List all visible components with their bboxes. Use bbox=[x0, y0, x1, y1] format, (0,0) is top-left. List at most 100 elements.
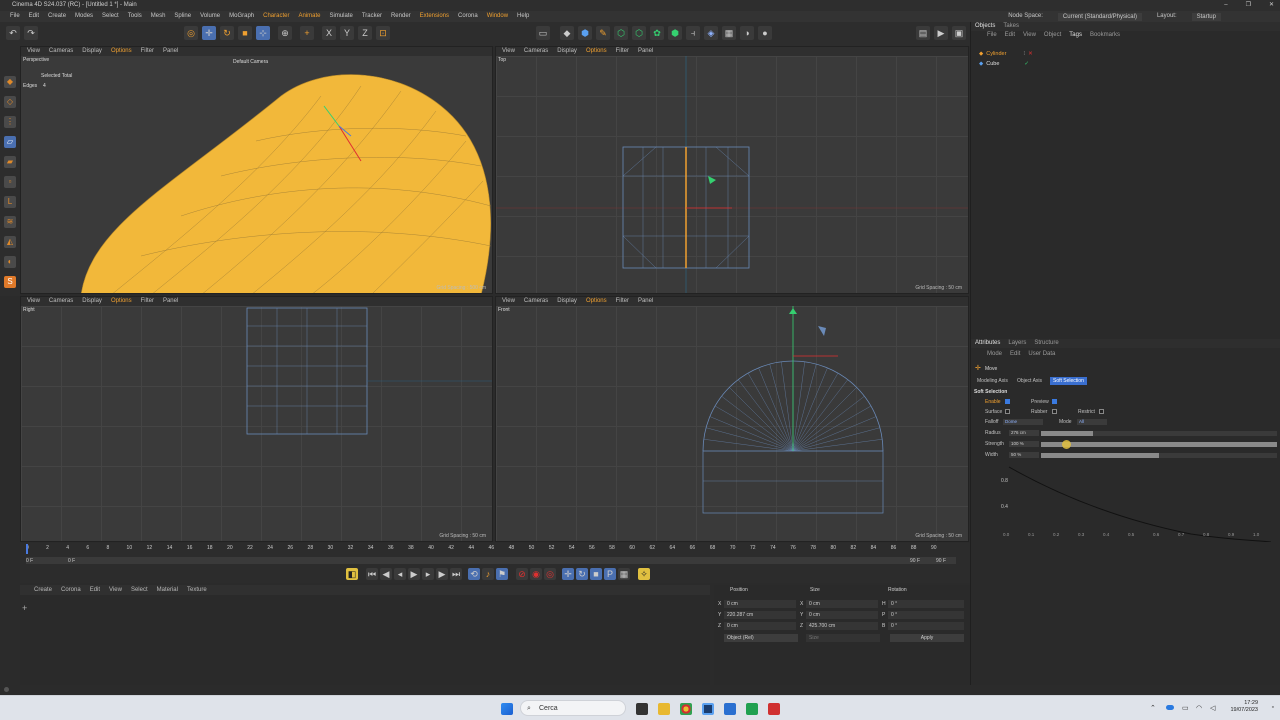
y-axis-lock-icon[interactable]: Y bbox=[340, 26, 354, 40]
app-icon-red[interactable] bbox=[768, 703, 780, 715]
enabled-check-icon[interactable]: ✓ bbox=[1024, 60, 1029, 68]
rubber-checkbox[interactable] bbox=[1052, 409, 1057, 414]
perspective-viewport[interactable]: View Cameras Display Options Filter Pane… bbox=[20, 46, 493, 294]
rot-h-field[interactable]: 0 ° bbox=[888, 600, 964, 608]
radius-slider-track[interactable] bbox=[1041, 431, 1277, 436]
material-manager-area[interactable]: + bbox=[20, 595, 710, 695]
obj-edit-menu[interactable]: Edit bbox=[1005, 31, 1015, 40]
obj-tags-menu[interactable]: Tags bbox=[1069, 31, 1082, 40]
restrict-checkbox[interactable] bbox=[1099, 409, 1104, 414]
radius-field[interactable]: 276 cm bbox=[1009, 430, 1039, 436]
loop-icon[interactable]: ⟲ bbox=[468, 568, 480, 580]
vp-front-filter-menu[interactable]: Filter bbox=[616, 297, 629, 306]
file-explorer-icon[interactable] bbox=[658, 703, 670, 715]
obj-file-menu[interactable]: File bbox=[987, 31, 997, 40]
axis-mode-icon[interactable]: L bbox=[4, 196, 16, 208]
wifi-icon[interactable]: ◠ bbox=[1196, 704, 1202, 712]
prev-frame-icon[interactable]: ◂ bbox=[394, 568, 406, 580]
selection-record-icon[interactable]: ◎ bbox=[544, 568, 556, 580]
menu-file[interactable]: File bbox=[10, 11, 20, 22]
front-viewport[interactable]: View Cameras Display Options Filter Pane… bbox=[495, 296, 969, 542]
falloff-dropdown[interactable]: Dome bbox=[1003, 419, 1043, 425]
timeline[interactable]: 0246810121416182022242628303234363840424… bbox=[20, 543, 970, 567]
timeline-ruler[interactable]: 0246810121416182022242628303234363840424… bbox=[26, 545, 937, 553]
pla-key-icon[interactable]: ▦ bbox=[618, 568, 630, 580]
display-tag-icon[interactable]: ◑ bbox=[740, 26, 754, 40]
vp-front-display-menu[interactable]: Display bbox=[557, 297, 577, 306]
tray-chevron-icon[interactable]: ⌃ bbox=[1150, 704, 1156, 712]
render-settings-icon[interactable]: ▤ bbox=[916, 26, 930, 40]
snap-settings-icon[interactable]: S bbox=[4, 276, 16, 288]
volume-icon[interactable]: ◁ bbox=[1210, 704, 1215, 712]
pos-x-field[interactable]: 0 cm bbox=[724, 600, 796, 608]
menu-simulate[interactable]: Simulate bbox=[330, 11, 353, 22]
render-region-icon[interactable]: ▭ bbox=[536, 26, 550, 40]
render-picture-viewer-icon[interactable]: ▣ bbox=[952, 26, 966, 40]
pos-z-field[interactable]: 0 cm bbox=[724, 622, 796, 630]
subdivision-icon[interactable]: ⬡ bbox=[614, 26, 628, 40]
menu-edit[interactable]: Edit bbox=[29, 11, 39, 22]
floor-icon[interactable]: ⫞ bbox=[686, 26, 700, 40]
preview-checkbox[interactable] bbox=[1052, 399, 1057, 404]
play-icon[interactable]: ▶ bbox=[408, 568, 420, 580]
vp-persp-panel-menu[interactable]: Panel bbox=[163, 47, 178, 56]
menu-mesh[interactable]: Mesh bbox=[151, 11, 166, 22]
edges-mode-icon[interactable]: ▱ bbox=[4, 136, 16, 148]
mat-texture-menu[interactable]: Texture bbox=[187, 585, 207, 595]
phong-tag-icon[interactable]: ✕ bbox=[1028, 50, 1033, 58]
menu-spline[interactable]: Spline bbox=[174, 11, 191, 22]
next-frame-icon[interactable]: ▸ bbox=[422, 568, 434, 580]
object-row-cylinder[interactable]: ◆ Cylinder ⁝ ✕ bbox=[979, 50, 1033, 58]
task-view-icon[interactable] bbox=[636, 703, 648, 715]
vp-persp-cameras-menu[interactable]: Cameras bbox=[49, 47, 73, 56]
vp-front-panel-menu[interactable]: Panel bbox=[638, 297, 653, 306]
menu-modes[interactable]: Modes bbox=[75, 11, 93, 22]
next-key-icon[interactable]: ▶ bbox=[436, 568, 448, 580]
cube-object-icon[interactable]: ⬢ bbox=[578, 26, 592, 40]
vp-front-cameras-menu[interactable]: Cameras bbox=[524, 297, 548, 306]
attr-edit-menu[interactable]: Edit bbox=[1010, 350, 1020, 359]
add-material-icon[interactable]: + bbox=[22, 603, 27, 613]
menu-select[interactable]: Select bbox=[102, 11, 119, 22]
uv-mode-icon[interactable]: ▫ bbox=[4, 176, 16, 188]
vp-front-view-menu[interactable]: View bbox=[502, 297, 515, 306]
menu-create[interactable]: Create bbox=[48, 11, 66, 22]
tab-modeling-axis[interactable]: Modeling Axis bbox=[975, 377, 1010, 385]
size-y-field[interactable]: 0 cm bbox=[806, 611, 878, 619]
size-x-field[interactable]: 0 cm bbox=[806, 600, 878, 608]
rotation-key-icon[interactable]: ↻ bbox=[576, 568, 588, 580]
attr-mode-menu[interactable]: Mode bbox=[987, 350, 1002, 359]
menu-tracker[interactable]: Tracker bbox=[362, 11, 382, 22]
menu-render[interactable]: Render bbox=[391, 11, 411, 22]
keyboard-icon[interactable]: ▦ bbox=[722, 26, 736, 40]
size-z-field[interactable]: 425.700 cm bbox=[806, 622, 878, 630]
vp-top-view-menu[interactable]: View bbox=[502, 47, 515, 56]
coordinate-system-icon[interactable]: ⊡ bbox=[376, 26, 390, 40]
menu-help[interactable]: Help bbox=[517, 11, 529, 22]
mat-select-menu[interactable]: Select bbox=[131, 585, 148, 595]
tab-takes[interactable]: Takes bbox=[1003, 22, 1019, 31]
menu-tools[interactable]: Tools bbox=[128, 11, 142, 22]
position-key-icon[interactable]: ✛ bbox=[562, 568, 574, 580]
vp-persp-options-menu[interactable]: Options bbox=[111, 47, 132, 56]
polygons-mode-icon[interactable]: ▰ bbox=[4, 156, 16, 168]
cube-primitive-icon[interactable]: ◆ bbox=[560, 26, 574, 40]
axis-icon[interactable]: + bbox=[300, 26, 314, 40]
cloner-icon[interactable]: ✿ bbox=[650, 26, 664, 40]
node-space-dropdown[interactable]: Current (Standard/Physical) bbox=[1057, 12, 1142, 21]
vp-right-view-menu[interactable]: View bbox=[27, 297, 40, 306]
top-viewport[interactable]: View Cameras Display Options Filter Pane… bbox=[495, 46, 969, 294]
rot-b-field[interactable]: 0 ° bbox=[888, 622, 964, 630]
taskbar-clock[interactable]: 17:29 19/07/2023 bbox=[1230, 700, 1258, 714]
vp-right-panel-menu[interactable]: Panel bbox=[163, 297, 178, 306]
live-select-icon[interactable]: ◎ bbox=[184, 26, 198, 40]
autokey-icon[interactable]: ⚑ bbox=[496, 568, 508, 580]
points-mode-icon[interactable]: ⋮ bbox=[4, 116, 16, 128]
param-key-icon[interactable]: P bbox=[604, 568, 616, 580]
object-row-cube[interactable]: ◆ Cube ✓ bbox=[979, 60, 1029, 68]
notification-icon[interactable]: ▫ bbox=[1272, 704, 1274, 711]
go-to-start-icon[interactable]: ⏮ bbox=[366, 568, 378, 580]
app-icon-green[interactable] bbox=[746, 703, 758, 715]
auto-record-icon[interactable]: ◉ bbox=[530, 568, 542, 580]
attr-userdata-menu[interactable]: User Data bbox=[1028, 350, 1055, 359]
